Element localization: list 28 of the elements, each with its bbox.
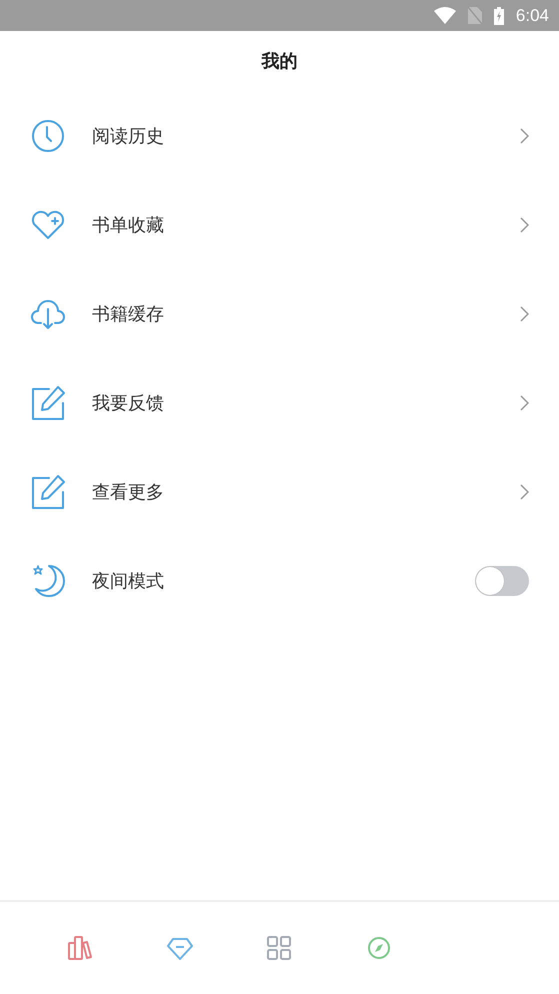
chevron-right-icon bbox=[520, 216, 529, 232]
books-icon[interactable] bbox=[66, 935, 94, 961]
page-title: 我的 bbox=[262, 50, 298, 73]
edit-icon bbox=[29, 384, 67, 422]
menu-item[interactable]: 书籍缓存 bbox=[0, 269, 559, 358]
status-time: 6:04 bbox=[516, 6, 549, 26]
menu-item[interactable]: 查看更多 bbox=[0, 447, 559, 536]
battery-charging-icon bbox=[494, 6, 504, 24]
menu-label: 夜间模式 bbox=[92, 570, 165, 592]
diamond-icon[interactable] bbox=[166, 935, 194, 961]
chevron-right-icon bbox=[520, 128, 529, 144]
chevron-right-icon bbox=[520, 306, 529, 322]
menu-item[interactable]: 书单收藏 bbox=[0, 180, 559, 269]
toggle-switch[interactable] bbox=[475, 566, 529, 596]
chevron-right-icon bbox=[520, 484, 529, 500]
menu-label: 书单收藏 bbox=[92, 214, 165, 236]
menu-item[interactable]: 夜间模式 bbox=[0, 536, 559, 625]
menu-label: 阅读历史 bbox=[92, 124, 165, 148]
no-sim-icon bbox=[468, 7, 482, 24]
edit-icon bbox=[29, 472, 67, 510]
grid-icon[interactable] bbox=[265, 935, 294, 961]
wifi-icon bbox=[434, 7, 456, 24]
menu-item[interactable]: 我要反馈 bbox=[0, 358, 559, 447]
menu-item[interactable]: 阅读历史 bbox=[0, 91, 559, 180]
menu-label: 书籍缓存 bbox=[92, 302, 165, 326]
menu-label: 查看更多 bbox=[92, 480, 165, 504]
chevron-right-icon bbox=[520, 394, 529, 410]
menu-label: 我要反馈 bbox=[92, 392, 165, 414]
